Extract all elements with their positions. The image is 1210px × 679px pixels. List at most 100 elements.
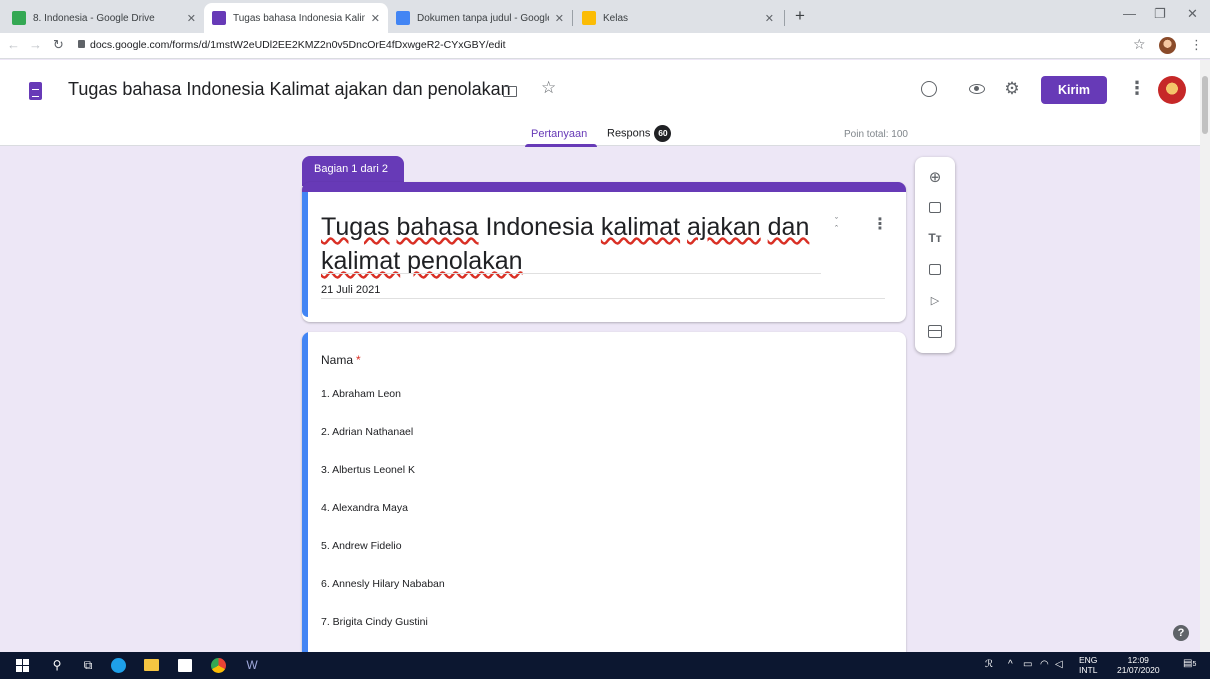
title-underline (321, 273, 821, 274)
floating-toolbar: ⊕ Tт ▷ (915, 157, 955, 353)
page-scrollbar[interactable] (1200, 60, 1210, 652)
tab-responses[interactable]: Respons 60 (607, 125, 672, 142)
browser-tab-classroom[interactable]: Kelas ✕ (574, 3, 782, 33)
title-word: bahasa (396, 213, 479, 241)
list-item[interactable]: 6. Annesly Hilary Nababan (321, 578, 445, 590)
forms-favicon-icon (212, 11, 226, 25)
scrollbar-thumb[interactable] (1202, 76, 1208, 134)
add-image-icon[interactable] (925, 259, 945, 279)
reload-icon[interactable]: ↻ (53, 37, 64, 53)
description-underline (321, 298, 885, 299)
folder-icon[interactable] (503, 86, 517, 97)
list-item[interactable]: 2. Adrian Nathanael (321, 426, 413, 438)
tab-label: Tugas bahasa Indonesia Kalimat (233, 12, 365, 24)
palette-icon[interactable] (920, 80, 938, 98)
notification-center-icon[interactable]: ▤5 (1183, 658, 1196, 669)
edge-browser-icon[interactable] (110, 657, 126, 673)
tab-separator (784, 10, 785, 26)
browser-tab-docs[interactable]: Dokumen tanpa judul - Google D ✕ (388, 3, 572, 33)
task-view-icon[interactable]: ⧉ (80, 657, 96, 673)
volume-icon[interactable]: ◁ (1055, 659, 1063, 670)
selected-card-indicator (302, 192, 308, 317)
clock[interactable]: 12:09 21/07/2020 (1117, 655, 1160, 675)
title-word: dan (767, 213, 810, 241)
new-tab-icon[interactable]: + (795, 6, 805, 26)
wifi-icon[interactable]: ◠ (1040, 659, 1049, 670)
question-card[interactable]: Nama * 1. Abraham Leon 2. Adrian Nathanae… (302, 332, 906, 662)
close-icon[interactable]: ✕ (765, 12, 774, 25)
back-icon[interactable]: ← (7, 37, 20, 52)
file-explorer-icon[interactable] (143, 657, 159, 673)
minimize-icon[interactable]: — (1123, 6, 1136, 21)
browser-tab-bar: 8. Indonesia - Google Drive ✕ Tugas baha… (0, 0, 1210, 33)
docs-favicon-icon (396, 11, 410, 25)
close-icon[interactable]: ✕ (371, 12, 380, 25)
list-item[interactable]: 1. Abraham Leon (321, 388, 401, 400)
search-icon[interactable]: ⚲ (49, 657, 65, 673)
more-options-icon[interactable]: ⋮ (1128, 78, 1146, 99)
add-video-icon[interactable]: ▷ (925, 290, 945, 310)
battery-icon[interactable]: ▭ (1023, 659, 1032, 670)
close-icon[interactable]: ✕ (187, 12, 196, 25)
form-description[interactable]: 21 Juli 2021 (321, 284, 380, 296)
browser-menu-icon[interactable]: ⋮ (1190, 37, 1203, 53)
input-language[interactable]: ENG INTL (1079, 655, 1097, 675)
address-bar: ← → ↻ docs.google.com/forms/d/1mstW2eUDl… (0, 33, 1210, 59)
bookmark-star-icon[interactable]: ☆ (1133, 36, 1146, 53)
title-word: penolakan (407, 247, 523, 275)
settings-gear-icon[interactable]: ⚙ (1003, 79, 1021, 98)
active-tab-indicator (525, 144, 597, 147)
star-icon[interactable]: ☆ (541, 78, 556, 98)
add-question-icon[interactable]: ⊕ (925, 167, 945, 187)
send-button[interactable]: Kirim (1041, 76, 1107, 104)
tab-label: Dokumen tanpa judul - Google D (417, 12, 549, 24)
notification-count: 5 (1192, 661, 1197, 668)
tab-questions[interactable]: Pertanyaan (531, 128, 587, 140)
help-icon[interactable]: ? (1173, 625, 1189, 641)
app-w-icon[interactable]: W (244, 657, 260, 673)
person-tray-icon[interactable]: ℛ (985, 659, 993, 670)
preview-eye-icon[interactable] (968, 80, 986, 98)
language-code: ENG (1079, 655, 1098, 665)
title-word: ajakan (687, 213, 761, 241)
forward-icon[interactable]: → (29, 37, 42, 52)
section-more-icon[interactable]: ⋮ (872, 214, 888, 234)
user-avatar[interactable] (1158, 76, 1186, 104)
url-field[interactable]: docs.google.com/forms/d/1mstW2eUDl2EE2KM… (90, 39, 506, 51)
clock-date: 21/07/2020 (1117, 665, 1160, 675)
chevron-up-icon[interactable]: ^ (1008, 659, 1013, 670)
form-title-card[interactable]: Tugas bahasa Indonesia kalimat ajakan da… (302, 182, 906, 322)
form-title[interactable]: Tugas bahasa Indonesia kalimat ajakan da… (321, 210, 821, 278)
browser-profile-avatar[interactable] (1159, 37, 1176, 54)
windows-start-icon[interactable] (14, 657, 30, 673)
window-close-icon[interactable]: ✕ (1187, 6, 1198, 22)
browser-tab-drive[interactable]: 8. Indonesia - Google Drive ✕ (4, 3, 204, 33)
tab-responses-label: Respons (607, 127, 651, 140)
classroom-favicon-icon (582, 11, 596, 25)
list-item[interactable]: 7. Brigita Cindy Gustini (321, 616, 428, 628)
import-questions-icon[interactable] (925, 197, 945, 217)
document-title[interactable]: Tugas bahasa Indonesia Kalimat ajakan da… (68, 79, 511, 100)
keyboard-layout: INTL (1079, 665, 1098, 675)
response-count-badge: 60 (654, 125, 672, 142)
store-icon[interactable] (177, 657, 193, 673)
clock-time: 12:09 (1127, 655, 1149, 665)
drive-favicon-icon (12, 11, 26, 25)
list-item[interactable]: 4. Alexandra Maya (321, 502, 408, 514)
chrome-icon[interactable] (210, 657, 226, 673)
question-title[interactable]: Nama * (321, 353, 361, 367)
tab-separator (572, 10, 573, 26)
list-item[interactable]: 3. Albertus Leonel K (321, 464, 415, 476)
collapse-section-icon[interactable]: ˇˆ (835, 217, 838, 234)
close-icon[interactable]: ✕ (555, 12, 564, 25)
question-accent-bar (302, 332, 308, 662)
browser-tab-forms[interactable]: Tugas bahasa Indonesia Kalimat ✕ (204, 3, 388, 33)
lock-icon (78, 40, 85, 48)
question-title-text: Nama (321, 353, 354, 367)
maximize-icon[interactable]: ❐ (1154, 6, 1166, 22)
forms-logo-icon[interactable] (29, 82, 42, 100)
add-section-icon[interactable] (925, 321, 945, 341)
list-item[interactable]: 5. Andrew Fidelio (321, 540, 402, 552)
required-mark: * (356, 353, 361, 367)
add-title-icon[interactable]: Tт (925, 228, 945, 248)
